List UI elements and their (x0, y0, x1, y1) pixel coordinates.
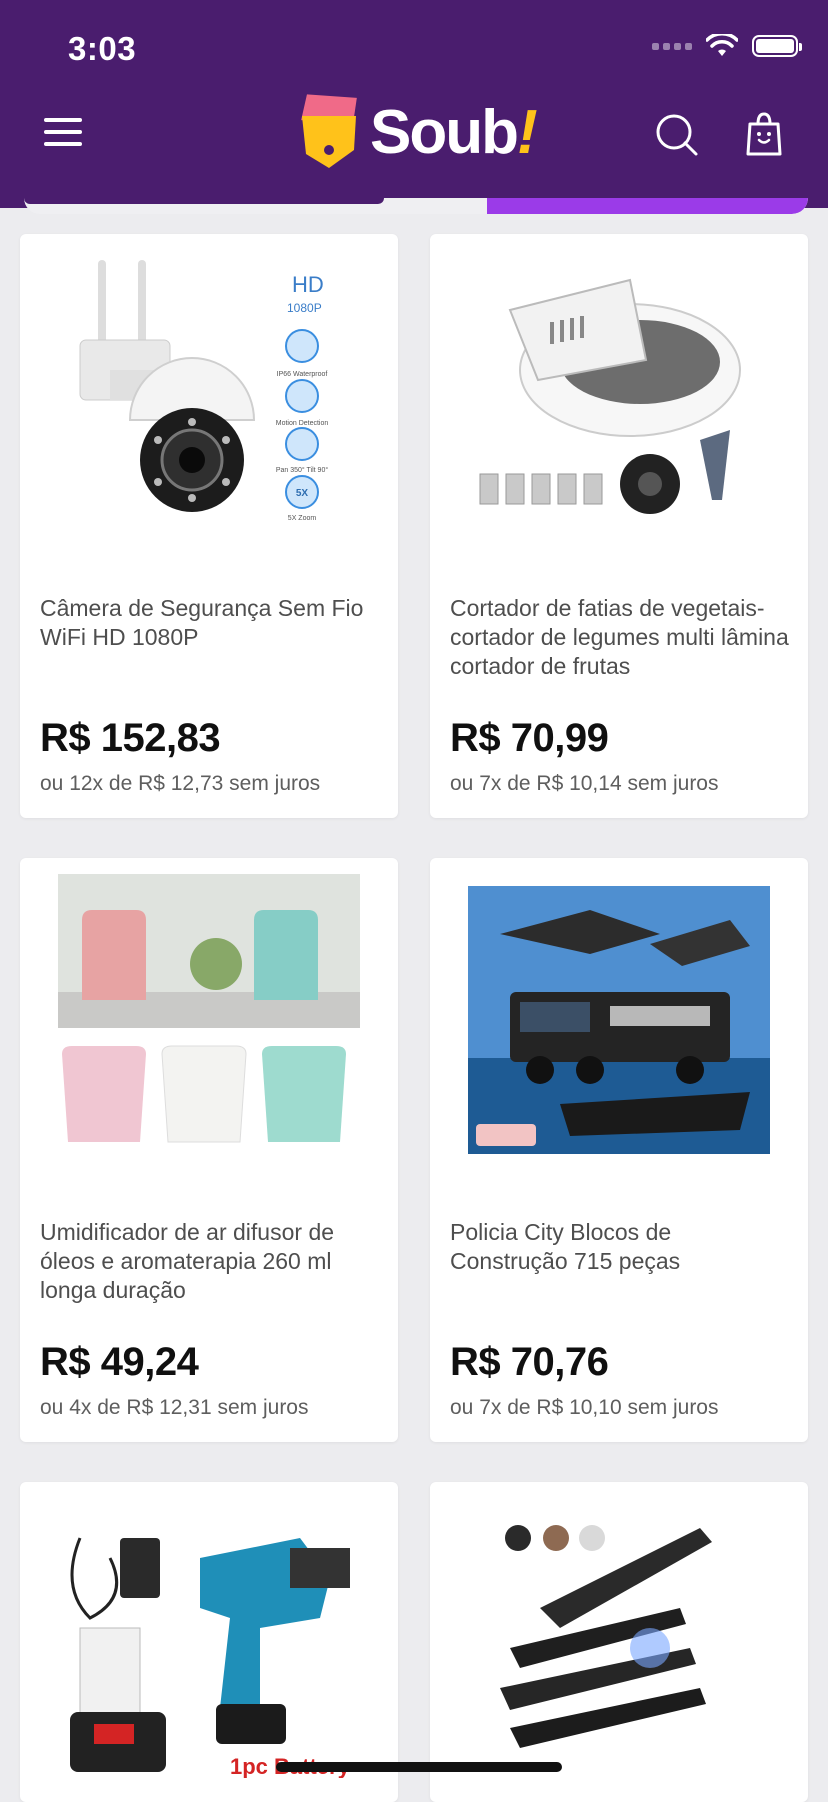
product-name: Umidificador de ar difusor de óleos e ar… (40, 1219, 335, 1303)
image-label-pan-tilt: Pan 350° Tilt 90° (276, 466, 328, 474)
product-name: Policia City Blocos de Construção 715 pe… (450, 1219, 681, 1274)
product-price: R$ 49,24 (40, 1340, 199, 1384)
product-name: Cortador de fatias de vegetais-cortador … (450, 595, 789, 679)
product-card[interactable]: HD 1080P IP66 Waterproof Motion Detectio… (20, 234, 398, 818)
product-image (500, 1525, 712, 1748)
image-label-hd: HD (292, 272, 324, 297)
logo-text: Soub! (370, 97, 538, 167)
battery-icon (752, 35, 802, 57)
product-image: 1pc Battery (70, 1537, 351, 1778)
image-label-resolution: 1080P (287, 301, 322, 315)
status-icons (652, 34, 802, 58)
product-installments: ou 4x de R$ 12,31 sem juros (40, 1396, 309, 1419)
product-price: R$ 70,76 (450, 1340, 609, 1384)
app-header: 3:03 Soub! (0, 0, 828, 208)
menu-button[interactable] (44, 118, 84, 150)
product-installments: ou 7x de R$ 10,10 sem juros (450, 1396, 719, 1419)
search-button[interactable] (654, 112, 700, 158)
product-card[interactable]: Umidificador de ar difusor de óleos e ar… (20, 858, 398, 1442)
category-scroll-indicator (24, 198, 808, 214)
image-label-waterproof: IP66 Waterproof (277, 371, 328, 378)
product-card[interactable] (430, 1482, 808, 1802)
scroll-indicator-fill (487, 198, 808, 214)
product-image (468, 886, 770, 1154)
shopping-bag-icon (746, 112, 782, 156)
product-card[interactable]: Policia City Blocos de Construção 715 pe… (430, 858, 808, 1442)
product-name: Câmera de Segurança Sem Fio WiFi HD 1080… (40, 595, 364, 650)
cart-button[interactable] (744, 110, 784, 158)
image-label-motion: Motion Detection (276, 420, 329, 427)
soub-logo[interactable]: Soub! (296, 92, 538, 172)
product-image (479, 278, 741, 514)
product-image (58, 874, 360, 1143)
cellular-signal-icon (652, 42, 692, 50)
search-icon (656, 114, 698, 156)
image-label-zoom: 5X Zoom (288, 515, 317, 522)
product-image: HD 1080P IP66 Waterproof Motion Detectio… (79, 260, 329, 522)
product-price: R$ 152,83 (40, 716, 221, 760)
tag-logo-icon (301, 94, 357, 168)
product-card[interactable]: Cortador de fatias de vegetais-cortador … (430, 234, 808, 818)
wifi-icon (706, 34, 738, 56)
product-card[interactable]: 1pc Battery (20, 1482, 398, 1802)
home-indicator (276, 1762, 562, 1772)
product-installments: ou 12x de R$ 12,73 sem juros (40, 772, 321, 795)
product-price: R$ 70,99 (450, 716, 609, 760)
product-installments: ou 7x de R$ 10,14 sem juros (450, 772, 719, 795)
status-time: 3:03 (68, 30, 137, 67)
product-grid: HD 1080P IP66 Waterproof Motion Detectio… (20, 234, 808, 1802)
image-label-zoom-badge: 5X (296, 488, 309, 499)
